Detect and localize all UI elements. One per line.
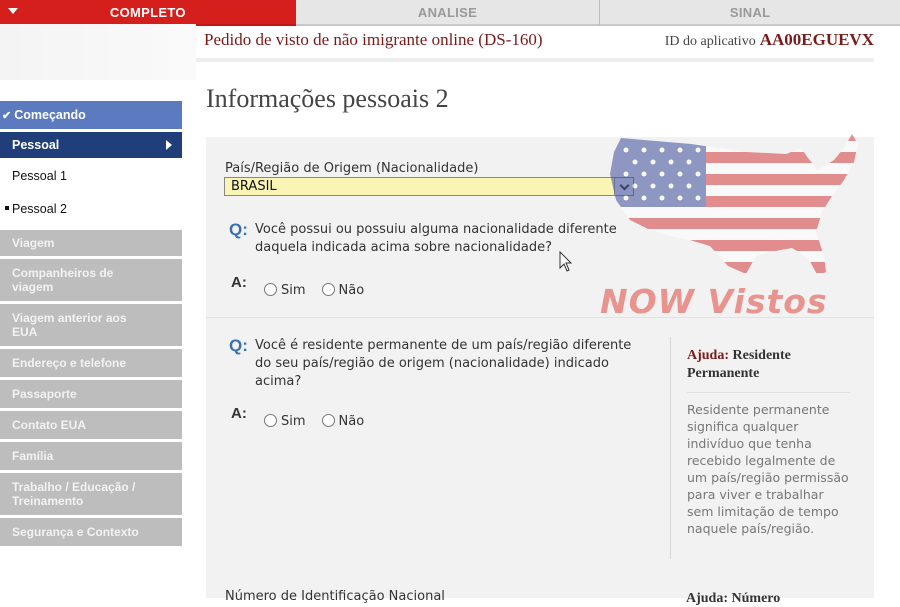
sidebar-item-personal-1[interactable]: Pessoal 1	[0, 161, 182, 191]
check-icon: ✔	[2, 109, 12, 122]
sidebar-item-passport: Passaporte	[0, 380, 182, 408]
sidebar-item-personal-2[interactable]: Pessoal 2	[0, 194, 182, 224]
tab-sign-label: SINAL	[729, 4, 771, 20]
sidebar-item-previous-us-travel: Viagem anterior aos EUA	[0, 304, 182, 346]
sidebar-item-address-phone: Endereço e telefone	[0, 349, 182, 377]
current-page-bullet-icon	[5, 206, 9, 210]
sidebar-item-label: Pessoal 1	[12, 169, 67, 183]
sidebar-item-label: Contato EUA	[12, 418, 86, 432]
help-permanent-resident: Ajuda: Residente Permanente Residente pe…	[670, 337, 850, 559]
national-id-label: Número de Identificação Nacional	[225, 589, 445, 604]
left-header-band	[0, 24, 196, 80]
arrow-right-icon	[166, 140, 172, 150]
sidebar-item-label: Passaporte	[12, 387, 77, 401]
other-nationality-radio-group: Sim Não	[264, 280, 380, 298]
yes-label: Sim	[281, 414, 306, 429]
sidebar-item-label: Família	[12, 449, 54, 463]
tab-review[interactable]: ANALISE	[295, 0, 601, 26]
sidebar-item-travel: Viagem	[0, 230, 182, 256]
help-text: Residente permanente significa qualquer …	[687, 402, 849, 536]
mouse-cursor-icon	[559, 251, 573, 272]
sidebar-item-label: Começando	[14, 108, 86, 122]
page-title: Informações pessoais 2	[206, 84, 449, 113]
other-nationality-no-radio[interactable]	[321, 282, 335, 296]
sidebar-item-label: Endereço e telefone	[12, 356, 127, 370]
sidebar-item-security-background: Segurança e Contexto	[0, 518, 182, 546]
sidebar-item-us-contact: Contato EUA	[0, 411, 182, 439]
sidebar-item-family: Família	[0, 442, 182, 470]
permanent-resident-radio-group: Sim Não	[264, 411, 380, 429]
answer-marker: A:	[231, 405, 247, 422]
help-national-id-title: Ajuda: Número	[686, 591, 781, 606]
no-label: Não	[338, 283, 365, 298]
sidebar-item-personal[interactable]: Pessoal	[0, 132, 182, 158]
sidebar-item-label: Pessoal	[12, 138, 60, 152]
no-label: Não	[338, 414, 365, 429]
sidebar-item-label: Viagem	[12, 236, 55, 250]
nationality-selected-value: BRASIL	[231, 179, 277, 194]
question-marker: Q:	[229, 220, 248, 239]
question-other-nationality: Você possui ou possuiu alguma nacionalid…	[255, 222, 617, 255]
watermark-text: NOW Vistos	[600, 282, 828, 321]
application-id-value: AA00EGUEVX	[759, 30, 874, 49]
sidebar-nav: ✔ Começando Pessoal Pessoal 1 Pessoal 2 …	[0, 101, 182, 549]
form-header: Pedido de visto de não imigrante online …	[196, 24, 874, 62]
progress-tabs: COMPLETO ANALISE SINAL	[0, 0, 900, 26]
form-title: Pedido de visto de não imigrante online …	[204, 30, 543, 49]
tab-complete-label: COMPLETO	[109, 4, 186, 20]
nationality-label: País/Região de Origem (Nacionalidade)	[225, 161, 479, 176]
yes-label: Sim	[281, 283, 306, 298]
other-nationality-yes-radio[interactable]	[264, 282, 277, 296]
chevron-down-icon	[8, 8, 18, 14]
sidebar-item-label: Companheiros de viagem	[12, 266, 114, 294]
permanent-resident-no-radio[interactable]	[321, 413, 335, 427]
application-id: ID do aplicativo AA00EGUEVX	[665, 30, 874, 50]
sidebar-item-work-education: Trabalho / Educação / Treinamento	[0, 473, 182, 515]
sidebar-item-label: Viagem anterior aos EUA	[12, 311, 127, 339]
answer-marker: A:	[231, 274, 247, 291]
application-id-label: ID do aplicativo	[664, 34, 756, 49]
tab-sign[interactable]: SINAL	[600, 0, 900, 26]
help-divider	[687, 392, 850, 393]
sidebar-item-label: Segurança e Contexto	[12, 525, 139, 539]
help-title: Ajuda: Residente Permanente	[687, 347, 850, 383]
question-permanent-resident: Você é residente permanente de um país/r…	[255, 338, 632, 389]
help-label: Ajuda:	[687, 348, 730, 363]
nationality-select[interactable]: BRASIL	[224, 177, 634, 196]
sidebar-item-label: Pessoal 2	[12, 202, 67, 216]
question-marker: Q:	[229, 336, 248, 355]
sidebar-item-getting-started[interactable]: ✔ Começando	[0, 101, 182, 129]
sidebar-item-travel-companions: Companheiros de viagem	[0, 259, 182, 301]
tab-complete[interactable]: COMPLETO	[0, 0, 296, 26]
permanent-resident-yes-radio[interactable]	[264, 413, 277, 427]
tab-review-label: ANALISE	[417, 4, 478, 20]
sidebar-item-label: Trabalho / Educação / Treinamento	[12, 480, 136, 508]
